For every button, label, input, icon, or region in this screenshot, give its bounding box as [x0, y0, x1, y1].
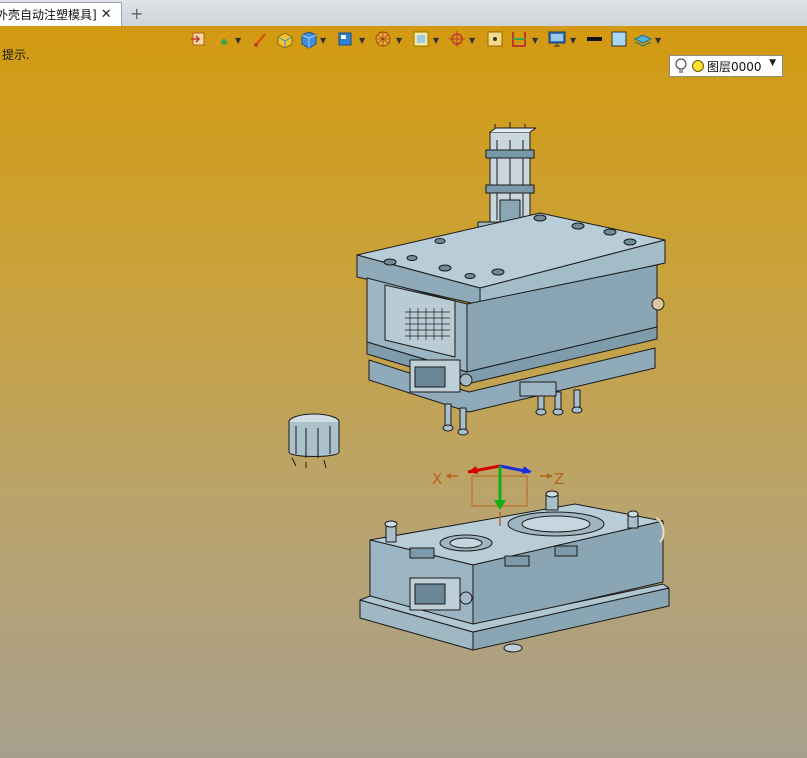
z-axis-label: Z	[554, 470, 564, 488]
close-icon[interactable]: ✕	[101, 7, 112, 22]
new-tab-button[interactable]: +	[130, 4, 143, 23]
tab-bar: 外壳自动注塑模具] ✕ +	[0, 0, 807, 27]
x-axis-label: X	[432, 470, 442, 488]
plastic-part	[288, 413, 340, 469]
tab-title: 外壳自动注塑模具]	[0, 8, 97, 22]
mold-model[interactable]: X Z	[0, 26, 807, 758]
3d-viewport[interactable]: 提示. ▼ ▼ ▼ ▼ ▼ ▼ ▼ ▼ ▼ 图层0000 ▼ X Z	[0, 26, 807, 758]
document-tab[interactable]: 外壳自动注塑模具] ✕	[0, 2, 122, 26]
